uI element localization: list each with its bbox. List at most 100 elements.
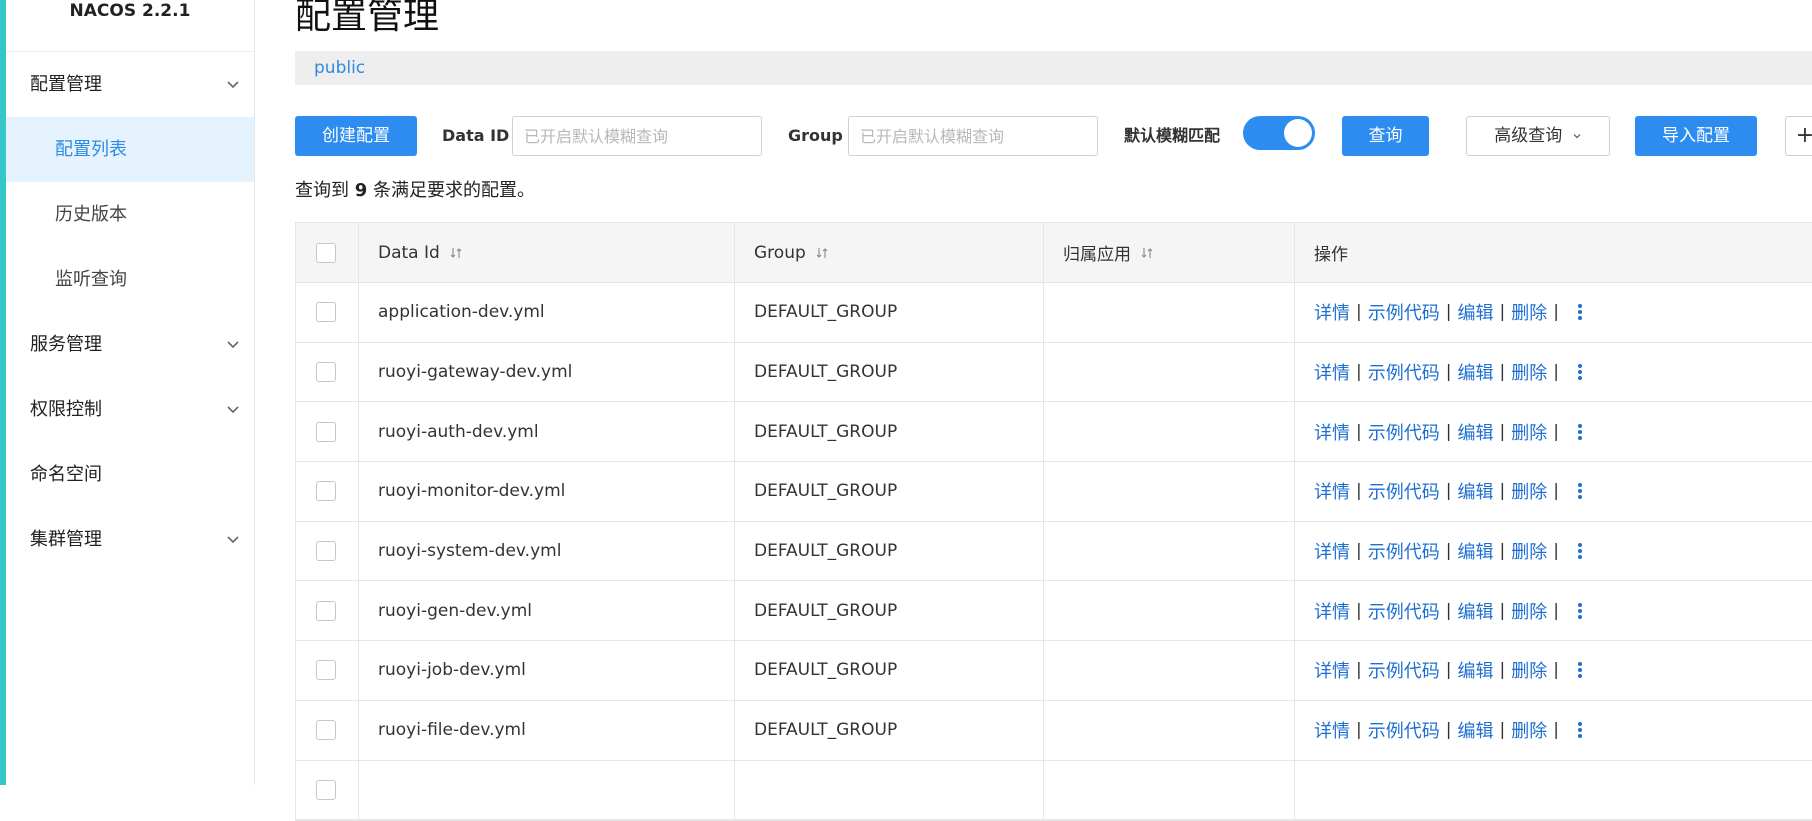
header-group[interactable]: Group (735, 223, 1044, 282)
fuzzy-match-label: 默认模糊匹配 (1124, 126, 1221, 145)
namespace-public[interactable]: public (314, 58, 365, 78)
cell-group: DEFAULT_GROUP (735, 283, 1044, 342)
detail-link[interactable]: 详情 (1314, 419, 1350, 445)
separator: | (1553, 541, 1559, 562)
edit-link[interactable]: 编辑 (1457, 538, 1493, 564)
delete-link[interactable]: 删除 (1511, 717, 1547, 743)
fuzzy-match-toggle[interactable] (1243, 116, 1315, 150)
cell-group: DEFAULT_GROUP (735, 402, 1044, 462)
detail-link[interactable]: 详情 (1314, 538, 1350, 564)
cell-data-id: ruoyi-file-dev.yml (359, 700, 735, 760)
sidebar-item-label: 权限控制 (30, 399, 102, 420)
sidebar-item-label: 配置管理 (30, 74, 102, 95)
sidebar-item-label: 配置列表 (55, 139, 127, 160)
sample-code-link[interactable]: 示例代码 (1368, 657, 1440, 683)
delete-link[interactable]: 删除 (1511, 419, 1547, 445)
sidebar-item-listener-query[interactable]: 监听查询 (6, 247, 254, 312)
more-vertical-icon[interactable] (1577, 363, 1583, 381)
cell-data-id: ruoyi-monitor-dev.yml (359, 462, 735, 521)
delete-link[interactable]: 删除 (1511, 299, 1547, 325)
row-checkbox[interactable] (316, 720, 336, 741)
row-checkbox[interactable] (316, 600, 336, 621)
separator: | (1499, 720, 1506, 741)
create-config-button[interactable]: 创建配置 (295, 116, 417, 156)
cell-group: DEFAULT_GROUP (735, 641, 1044, 700)
sidebar-item-config-management[interactable]: 配置管理 (6, 52, 254, 117)
more-vertical-icon[interactable] (1577, 542, 1583, 560)
table-row: ruoyi-job-dev.yml DEFAULT_GROUP 详情 | 示例代码 | 编辑… (296, 641, 1812, 701)
separator: | (1553, 660, 1559, 681)
sample-code-link[interactable]: 示例代码 (1368, 359, 1440, 385)
detail-link[interactable]: 详情 (1314, 598, 1350, 624)
delete-link[interactable]: 删除 (1511, 598, 1547, 624)
row-checkbox[interactable] (316, 779, 336, 800)
row-checkbox[interactable] (316, 302, 336, 323)
sidebar-item-label: 历史版本 (55, 204, 127, 225)
toggle-knob (1284, 119, 1312, 147)
sidebar-item-access-control[interactable]: 权限控制 (6, 377, 254, 442)
delete-link[interactable]: 删除 (1511, 359, 1547, 385)
row-checkbox[interactable] (316, 481, 336, 502)
header-data-id[interactable]: Data Id (359, 223, 735, 282)
sample-code-link[interactable]: 示例代码 (1368, 538, 1440, 564)
select-all-checkbox[interactable] (316, 242, 336, 263)
more-vertical-icon[interactable] (1577, 423, 1583, 441)
sample-code-link[interactable]: 示例代码 (1368, 299, 1440, 325)
cell-app (1044, 641, 1295, 700)
edit-link[interactable]: 编辑 (1457, 717, 1493, 743)
search-button[interactable]: 查询 (1342, 116, 1429, 156)
sample-code-link[interactable]: 示例代码 (1368, 419, 1440, 445)
row-checkbox[interactable] (316, 362, 336, 383)
advanced-search-button[interactable]: 高级查询 (1466, 116, 1610, 156)
delete-link[interactable]: 删除 (1511, 657, 1547, 683)
table-row: ruoyi-auth-dev.yml DEFAULT_GROUP 详情 | 示例代码 | 编… (296, 402, 1812, 463)
import-config-button[interactable]: 导入配置 (1635, 116, 1757, 156)
row-checkbox[interactable] (316, 541, 336, 562)
detail-link[interactable]: 详情 (1314, 299, 1350, 325)
separator: | (1356, 660, 1362, 681)
delete-link[interactable]: 删除 (1511, 478, 1547, 504)
sidebar-item-label: 命名空间 (30, 464, 102, 485)
cell-group: DEFAULT_GROUP (735, 342, 1044, 402)
sample-code-link[interactable]: 示例代码 (1368, 478, 1440, 504)
data-id-input[interactable] (512, 116, 762, 156)
more-vertical-icon[interactable] (1577, 661, 1583, 679)
row-checkbox[interactable] (316, 421, 336, 442)
config-table: Data Id Group 归属应用 操作 application-dev.ym… (295, 222, 1812, 821)
more-vertical-icon[interactable] (1577, 303, 1583, 321)
detail-link[interactable]: 详情 (1314, 478, 1350, 504)
sample-code-link[interactable]: 示例代码 (1368, 598, 1440, 624)
chevron-down-icon (227, 341, 239, 349)
group-input[interactable] (848, 116, 1098, 156)
cell-data-id (359, 760, 735, 820)
more-vertical-icon[interactable] (1577, 602, 1583, 620)
sample-code-link[interactable]: 示例代码 (1368, 717, 1440, 743)
delete-link[interactable]: 删除 (1511, 538, 1547, 564)
header-app[interactable]: 归属应用 (1044, 223, 1295, 282)
edit-link[interactable]: 编辑 (1457, 598, 1493, 624)
detail-link[interactable]: 详情 (1314, 359, 1350, 385)
edit-link[interactable]: 编辑 (1457, 419, 1493, 445)
detail-link[interactable]: 详情 (1314, 657, 1350, 683)
separator: | (1445, 600, 1452, 621)
sidebar-item-service-management[interactable]: 服务管理 (6, 312, 254, 377)
separator: | (1553, 362, 1559, 383)
row-checkbox[interactable] (316, 660, 336, 681)
more-actions-button[interactable]: + (1785, 116, 1812, 156)
sidebar-item-config-list[interactable]: 配置列表 (6, 117, 254, 182)
chevron-down-icon (227, 536, 239, 544)
chevron-down-icon (1573, 134, 1581, 139)
sidebar-item-history[interactable]: 历史版本 (6, 182, 254, 247)
separator: | (1445, 421, 1452, 442)
more-vertical-icon[interactable] (1577, 482, 1583, 500)
sort-icon (1141, 247, 1153, 258)
edit-link[interactable]: 编辑 (1457, 359, 1493, 385)
detail-link[interactable]: 详情 (1314, 717, 1350, 743)
edit-link[interactable]: 编辑 (1457, 299, 1493, 325)
separator: | (1356, 302, 1362, 323)
sidebar-item-cluster-management[interactable]: 集群管理 (6, 507, 254, 572)
edit-link[interactable]: 编辑 (1457, 657, 1493, 683)
edit-link[interactable]: 编辑 (1457, 478, 1493, 504)
more-vertical-icon[interactable] (1577, 721, 1583, 739)
sidebar-item-namespace[interactable]: 命名空间 (6, 442, 254, 507)
